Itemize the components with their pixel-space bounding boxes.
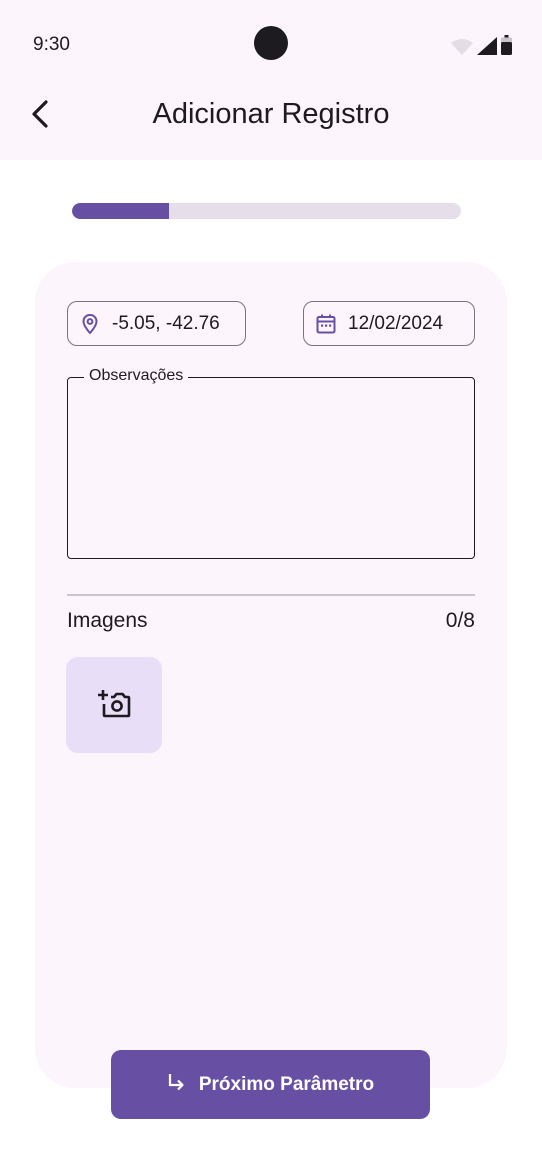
add-photo-icon — [97, 687, 131, 724]
top-app-bar: Adicionar Registro — [0, 90, 542, 160]
location-pin-icon — [80, 313, 100, 334]
status-time: 9:30 — [33, 34, 70, 55]
observations-label: Observações — [84, 367, 189, 385]
images-label: Imagens — [67, 609, 148, 632]
battery-icon — [501, 35, 512, 60]
divider — [67, 594, 475, 596]
progress-fill — [72, 203, 170, 219]
form-card: -5.05, -42.76 12/02/2024 Observações Ima… — [35, 262, 507, 1088]
status-icons — [451, 35, 512, 60]
add-photo-button[interactable] — [66, 657, 162, 753]
location-chip[interactable]: -5.05, -42.76 — [67, 301, 246, 346]
wifi-icon — [451, 39, 473, 60]
next-parameter-button[interactable]: Próximo Parâmetro — [111, 1050, 430, 1119]
date-value: 12/02/2024 — [348, 312, 444, 334]
images-count: 0/8 — [445, 609, 475, 632]
camera-cutout — [254, 26, 288, 60]
progress-bar — [72, 203, 461, 219]
subdirectory-arrow-right-icon — [167, 1073, 185, 1096]
date-chip[interactable]: 12/02/2024 — [303, 301, 475, 346]
location-value: -5.05, -42.76 — [112, 312, 220, 334]
signal-icon — [477, 37, 497, 60]
page-title: Adicionar Registro — [152, 98, 390, 130]
status-bar: 9:30 — [0, 0, 542, 90]
next-parameter-label: Próximo Parâmetro — [198, 1073, 375, 1095]
observations-field[interactable]: Observações — [67, 367, 475, 559]
calendar-icon — [316, 314, 336, 334]
